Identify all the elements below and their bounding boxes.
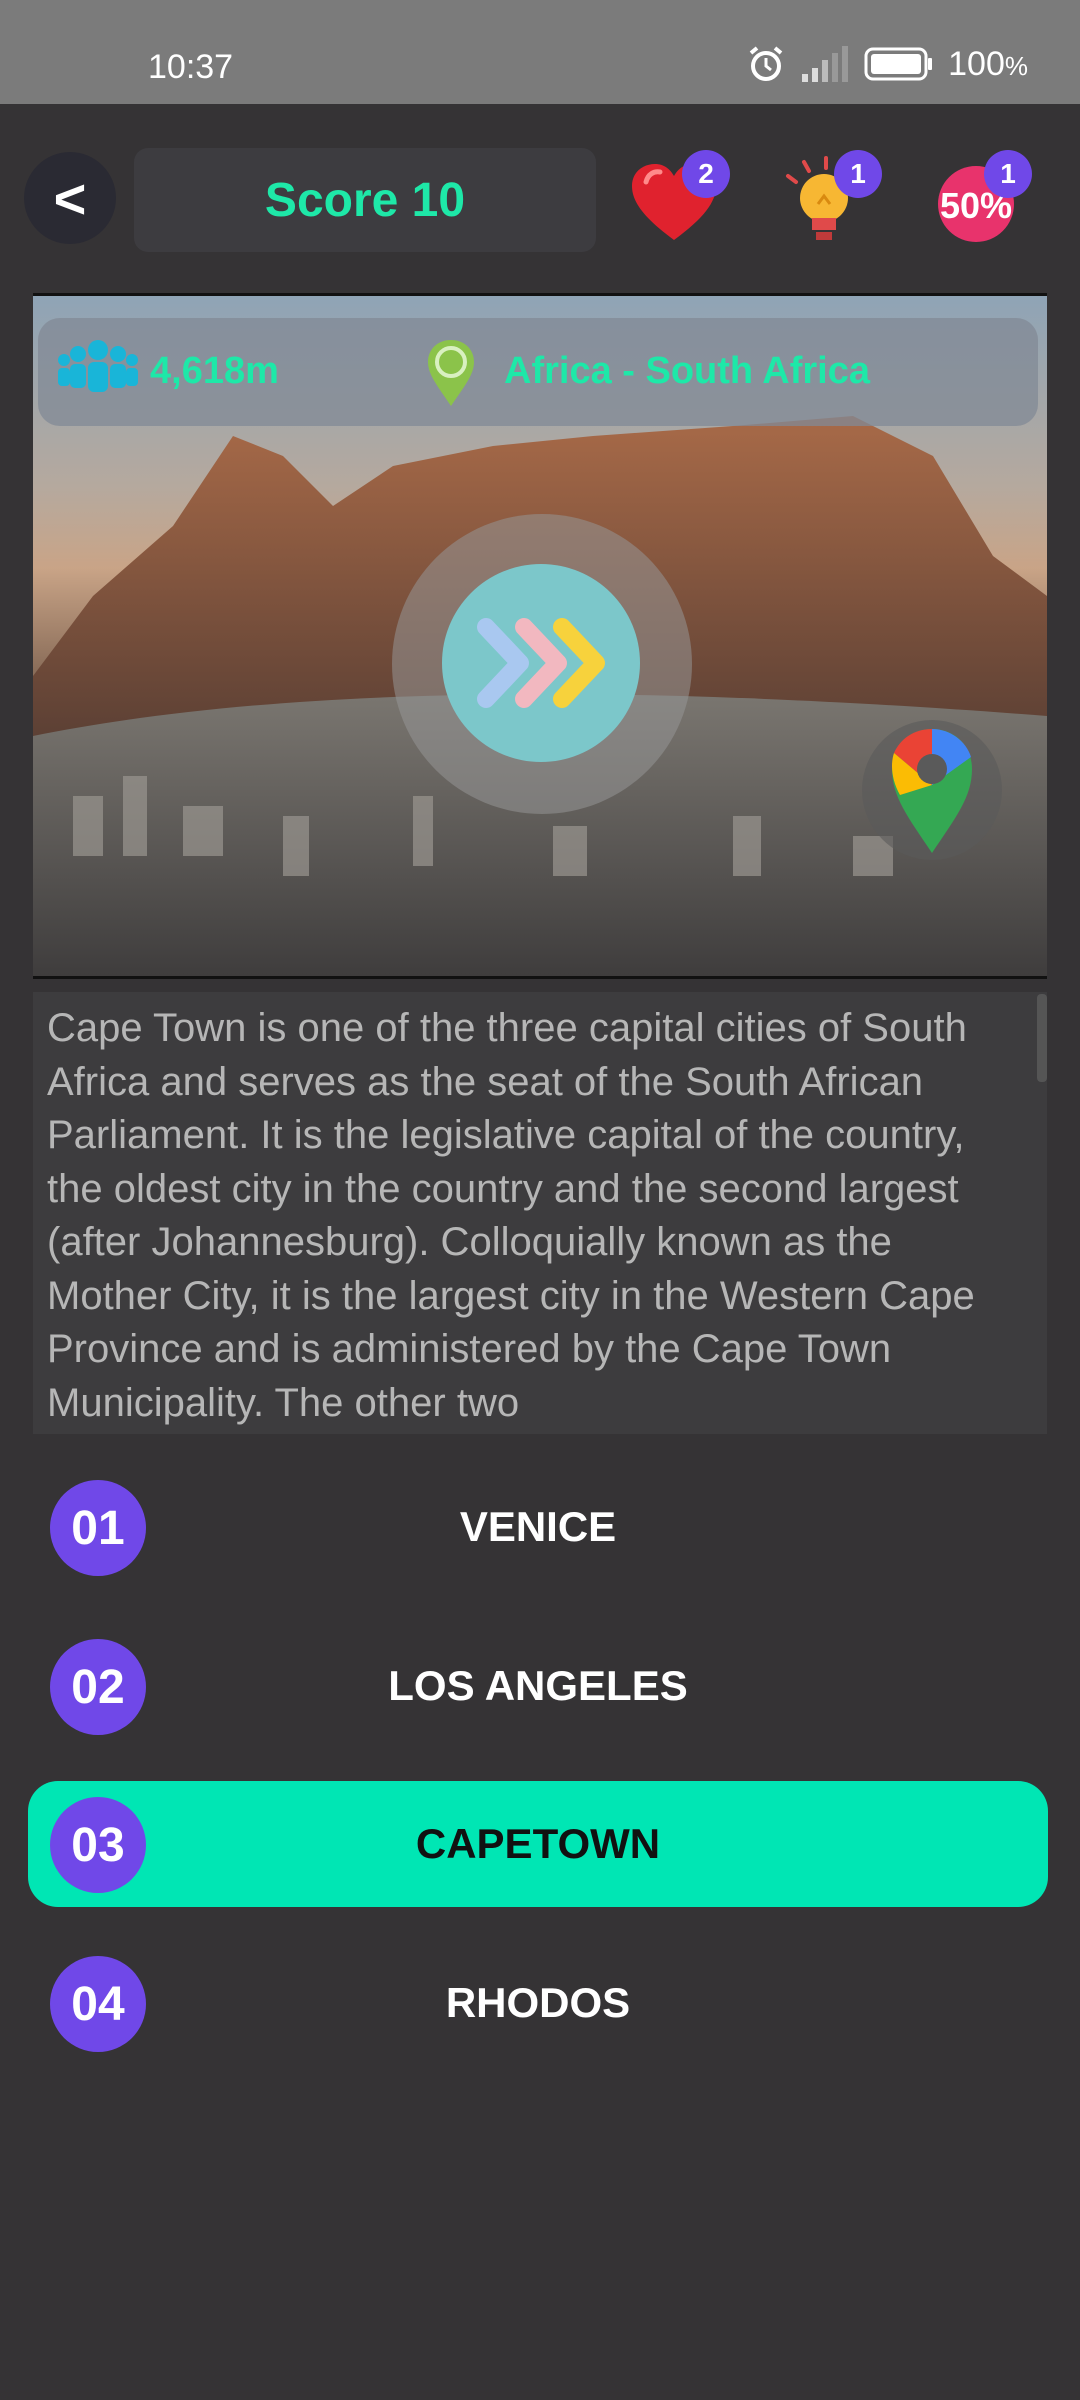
fifty-fifty-powerup-button[interactable]: 50% 1	[926, 150, 1032, 252]
status-time: 10:37	[148, 48, 234, 86]
answer-label: LOS ANGELES	[388, 1662, 688, 1709]
answer-option-3[interactable]: CAPETOWN 03	[28, 1781, 1048, 1907]
hint-count-badge: 1	[834, 150, 882, 198]
description-scrollbar[interactable]	[1037, 994, 1047, 1082]
fast-forward-icon	[477, 618, 605, 708]
battery-percent: 100	[948, 44, 1005, 83]
location-pin-icon	[428, 340, 474, 406]
population-value: 4,618m	[150, 350, 279, 392]
battery-unit: %	[1004, 50, 1028, 81]
city-description-panel[interactable]: Cape Town is one of the three capital ci…	[33, 992, 1047, 1434]
answer-label: CAPETOWN	[415, 1820, 661, 1867]
answer-option-4[interactable]: RHODOS 04	[28, 1940, 1048, 2066]
answer-number: 03	[50, 1797, 146, 1893]
google-maps-icon	[892, 729, 972, 853]
hint-powerup-button[interactable]: 1	[776, 150, 882, 252]
heart-powerup-button[interactable]: 2	[624, 150, 730, 252]
back-button[interactable]: <	[24, 152, 116, 244]
status-icons: 100%	[746, 44, 1028, 84]
answer-number: 04	[50, 1956, 146, 2052]
answer-label: VENICE	[459, 1503, 617, 1550]
open-map-button[interactable]	[862, 720, 1002, 860]
answer-label: RHODOS	[445, 1979, 631, 2026]
fifty-fifty-count-badge: 1	[984, 150, 1032, 198]
population-icon	[58, 340, 138, 392]
city-description: Cape Town is one of the three capital ci…	[47, 1006, 975, 1425]
score-display: Score 10	[134, 148, 596, 252]
heart-count-badge: 2	[682, 150, 730, 198]
answer-option-1[interactable]: VENICE 01	[28, 1464, 1048, 1590]
answer-number: 01	[50, 1480, 146, 1576]
answer-number: 02	[50, 1639, 146, 1735]
battery-icon	[864, 47, 933, 81]
next-button[interactable]	[442, 564, 640, 762]
location-text: Africa - South Africa	[504, 350, 870, 392]
signal-icon	[802, 46, 849, 82]
alarm-icon	[749, 46, 783, 81]
status-bar: 10:37 100%	[0, 0, 1080, 104]
answer-option-2[interactable]: LOS ANGELES 02	[28, 1623, 1048, 1749]
